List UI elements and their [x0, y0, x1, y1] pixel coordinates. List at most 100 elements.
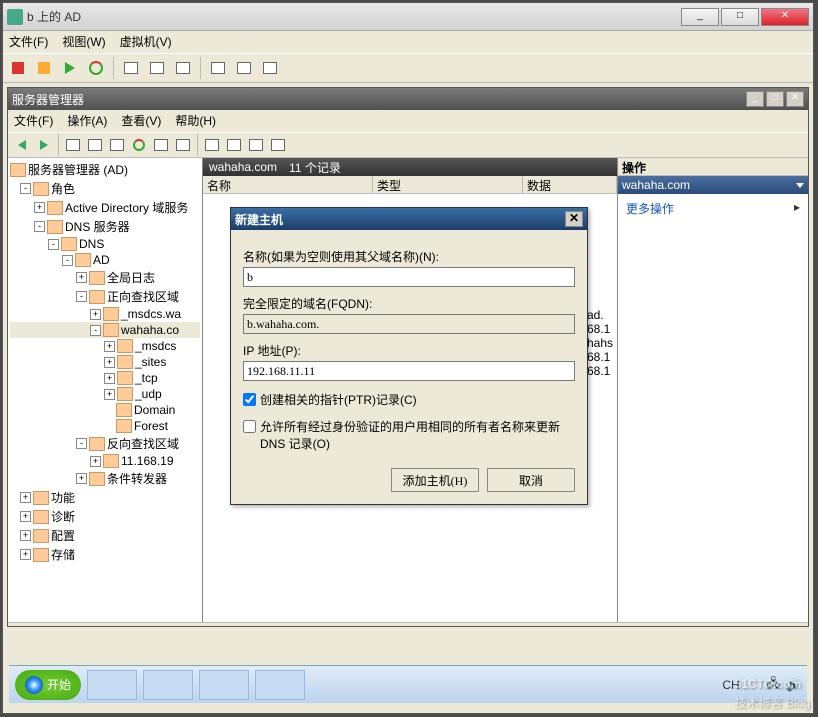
- tree-wahaha-zone[interactable]: -wahaha.co: [10, 322, 200, 338]
- forward-button[interactable]: [34, 135, 54, 155]
- tree-dns[interactable]: -DNS: [10, 236, 200, 252]
- system-tray[interactable]: CH ❔ 🖧 🔊: [722, 674, 801, 695]
- tree-sub-tcp[interactable]: +_tcp: [10, 370, 200, 386]
- snapshot-mgr-button[interactable]: [146, 57, 168, 79]
- sm-minimize-button[interactable]: _: [746, 91, 764, 107]
- tree-diag[interactable]: +诊断: [10, 507, 200, 526]
- tree-cond-fwd[interactable]: +条件转发器: [10, 469, 200, 488]
- taskbar-item[interactable]: [255, 670, 305, 700]
- minimize-button[interactable]: _: [681, 8, 719, 26]
- col-type[interactable]: 类型: [373, 176, 523, 193]
- tree-config[interactable]: +配置: [10, 526, 200, 545]
- taskbar-item[interactable]: [87, 670, 137, 700]
- tree-rev-zone[interactable]: +11.168.19: [10, 453, 200, 469]
- sm-close-button[interactable]: ✕: [786, 91, 804, 107]
- fullscreen-button[interactable]: [172, 57, 194, 79]
- cd-button[interactable]: [207, 57, 229, 79]
- vm-titlebar[interactable]: b 上的 AD _ □ ✕: [3, 3, 813, 31]
- tree-sub-msdcs[interactable]: +_msdcs: [10, 338, 200, 354]
- bg-row: 68.1: [587, 364, 613, 378]
- tree-msdcs-zone[interactable]: +_msdcs.wa: [10, 306, 200, 322]
- menu-view[interactable]: 视图(W): [62, 33, 105, 51]
- menu-file[interactable]: 文件(F): [9, 33, 48, 51]
- tool-icon[interactable]: [85, 135, 105, 155]
- taskbar-item[interactable]: [199, 670, 249, 700]
- ip-input[interactable]: [243, 361, 575, 381]
- play-button[interactable]: [59, 57, 81, 79]
- usb-button[interactable]: [259, 57, 281, 79]
- start-button[interactable]: 开始: [15, 670, 81, 700]
- tree-storage[interactable]: +存储: [10, 545, 200, 564]
- windows-orb-icon: [25, 676, 43, 694]
- floppy-button[interactable]: [233, 57, 255, 79]
- records-header: wahaha.com 11 个记录: [203, 158, 617, 176]
- tree-rev-zones[interactable]: -反向查找区域: [10, 434, 200, 453]
- tool-icon[interactable]: [107, 135, 127, 155]
- tree-domain[interactable]: Domain: [10, 402, 200, 418]
- tree-ad-ds[interactable]: +Active Directory 域服务: [10, 198, 200, 217]
- sm-menu-file[interactable]: 文件(F): [14, 112, 53, 130]
- tool-icon[interactable]: [173, 135, 193, 155]
- folder-icon: [117, 355, 133, 369]
- tree-pane[interactable]: 服务器管理器 (AD) -角色 +Active Directory 域服务 -D…: [8, 158, 203, 622]
- tree-global-log[interactable]: +全局日志: [10, 268, 200, 287]
- restart-button[interactable]: [85, 57, 107, 79]
- tree-dns-server[interactable]: -DNS 服务器: [10, 217, 200, 236]
- auth-checkbox[interactable]: [243, 420, 256, 433]
- help-icon[interactable]: ❔: [746, 678, 761, 692]
- bg-row: ad.: [587, 308, 613, 322]
- cancel-button[interactable]: 取消: [487, 468, 575, 492]
- col-data[interactable]: 数据: [523, 176, 617, 193]
- taskbar-item[interactable]: [143, 670, 193, 700]
- tool-icon[interactable]: [224, 135, 244, 155]
- vm-icon: [7, 9, 23, 25]
- tree-root[interactable]: 服务器管理器 (AD): [10, 160, 200, 179]
- folder-icon: [89, 271, 105, 285]
- more-actions-link[interactable]: 更多操作▸: [618, 194, 808, 223]
- sm-menu-view[interactable]: 查看(V): [121, 112, 161, 130]
- refresh-button[interactable]: [129, 135, 149, 155]
- tool-icon[interactable]: [246, 135, 266, 155]
- ime-indicator[interactable]: CH: [722, 678, 739, 692]
- close-button[interactable]: ✕: [761, 8, 809, 26]
- tool-icon[interactable]: [151, 135, 171, 155]
- records-columns[interactable]: 名称 类型 数据: [203, 176, 617, 194]
- snapshot-button[interactable]: [120, 57, 142, 79]
- menu-vm[interactable]: 虚拟机(V): [120, 33, 172, 51]
- sound-icon[interactable]: 🔊: [786, 678, 801, 692]
- folder-icon: [47, 220, 63, 234]
- name-input[interactable]: [243, 267, 575, 287]
- stop-button[interactable]: [7, 57, 29, 79]
- network-icon[interactable]: 🖧: [767, 674, 780, 695]
- actions-pane: 操作 wahaha.com 更多操作▸: [618, 158, 808, 622]
- sm-maximize-button[interactable]: □: [766, 91, 784, 107]
- tool-icon[interactable]: [202, 135, 222, 155]
- tool-icon[interactable]: [268, 135, 288, 155]
- tree-sub-udp[interactable]: +_udp: [10, 386, 200, 402]
- tool-icon[interactable]: [63, 135, 83, 155]
- back-button[interactable]: [12, 135, 32, 155]
- vm-title: b 上的 AD: [27, 8, 681, 25]
- fqdn-label: 完全限定的域名(FQDN):: [243, 295, 575, 312]
- actions-zone-band[interactable]: wahaha.com: [618, 176, 808, 194]
- tree-forest[interactable]: Forest: [10, 418, 200, 434]
- col-name[interactable]: 名称: [203, 176, 373, 193]
- sm-menu-action[interactable]: 操作(A): [67, 112, 107, 130]
- tree-roles[interactable]: -角色: [10, 179, 200, 198]
- dialog-titlebar[interactable]: 新建主机 ✕: [231, 208, 587, 230]
- ptr-checkbox[interactable]: [243, 393, 256, 406]
- folder-icon: [89, 472, 105, 486]
- pause-button[interactable]: [33, 57, 55, 79]
- dialog-close-button[interactable]: ✕: [565, 211, 583, 227]
- sm-menu-help[interactable]: 帮助(H): [175, 112, 216, 130]
- add-host-button[interactable]: 添加主机(H): [391, 468, 479, 492]
- folder-icon: [89, 437, 105, 451]
- tree-sub-sites[interactable]: +_sites: [10, 354, 200, 370]
- maximize-button[interactable]: □: [721, 8, 759, 26]
- guest-taskbar[interactable]: 开始 CH ❔ 🖧 🔊: [9, 665, 807, 703]
- tree-features[interactable]: +功能: [10, 488, 200, 507]
- tree-dns-host[interactable]: -AD: [10, 252, 200, 268]
- server-manager-titlebar[interactable]: 服务器管理器 _ □ ✕: [8, 88, 808, 110]
- bg-row: 68.1: [587, 322, 613, 336]
- tree-fwd-zones[interactable]: -正向查找区域: [10, 287, 200, 306]
